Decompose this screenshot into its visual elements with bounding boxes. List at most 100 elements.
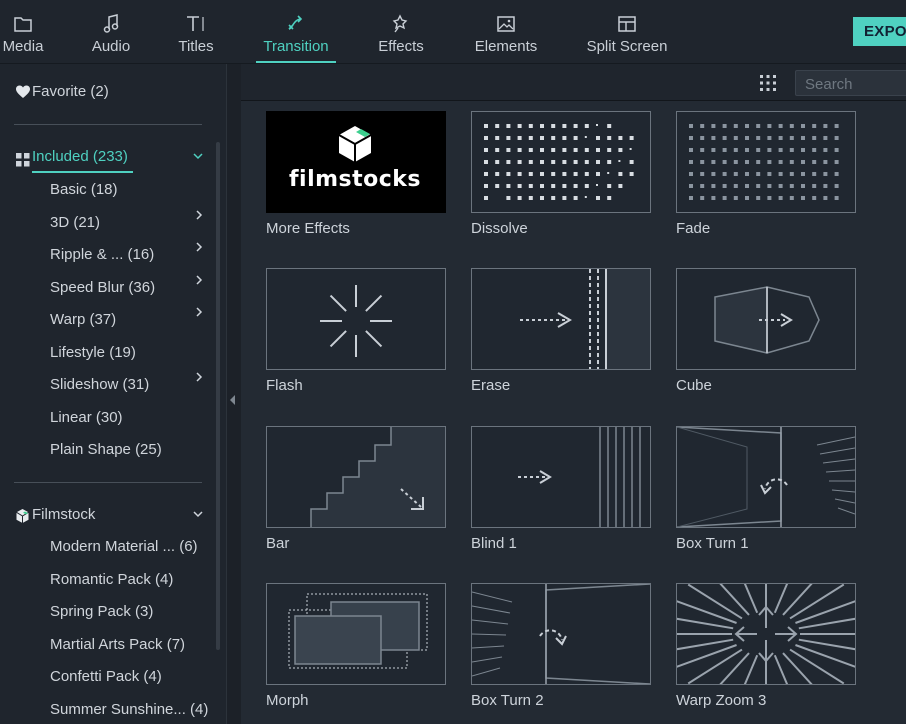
sidebar-item-label: Lifestyle (19): [50, 343, 136, 361]
transition-card-label: Dissolve: [471, 220, 528, 237]
sidebar-item-included[interactable]: Included (233): [0, 144, 226, 170]
transition-card-label: Fade: [676, 220, 711, 237]
bar-stairs-icon: [266, 426, 446, 528]
sidebar-subitem[interactable]: Basic (18): [0, 177, 226, 203]
sidebar-item-label: Plain Shape (25): [50, 441, 162, 458]
sidebar-subitem[interactable]: Spring Pack (3): [0, 599, 226, 625]
transition-card-label: Box Turn 2: [471, 692, 544, 709]
grid-icon: [16, 150, 30, 176]
grid-view-icon[interactable]: [759, 74, 777, 92]
sidebar-item-label: Ripple & ... (16): [50, 246, 155, 263]
chevron-right-icon[interactable]: [193, 367, 205, 402]
fade-icon: [676, 111, 856, 213]
cube-icon: [676, 268, 856, 370]
tab-titles[interactable]: Titles: [172, 0, 220, 63]
sidebar-item-label: Romantic Pack (4): [50, 570, 174, 588]
chevron-right-icon[interactable]: [193, 205, 205, 240]
sidebar-item-label: 3D (21): [50, 213, 101, 231]
tab-transition[interactable]: Transition: [256, 0, 336, 63]
chevron-right-icon[interactable]: [193, 302, 205, 337]
sidebar-subitem[interactable]: Modern Material ... (6): [0, 534, 226, 560]
text-icon: [185, 13, 207, 35]
divider: [14, 124, 202, 125]
morph-icon: [266, 583, 446, 685]
export-button[interactable]: EXPO: [853, 17, 906, 46]
folder-icon: [13, 13, 33, 35]
divider: [14, 482, 202, 483]
sidebar-item-label: Speed Blur (36): [50, 278, 156, 296]
sidebar-subitem[interactable]: Confetti Pack (4): [0, 664, 226, 690]
tab-label: Effects: [378, 38, 424, 55]
chevron-right-icon[interactable]: [193, 270, 205, 305]
transition-card-label: Bar: [266, 535, 290, 552]
sidebar-subitem[interactable]: Ripple & ... (16): [0, 242, 226, 268]
tab-label: Split Screen: [586, 38, 668, 55]
tab-elements[interactable]: Elements: [470, 0, 542, 63]
sidebar-collapse-handle[interactable]: [226, 64, 241, 724]
sidebar-subitem[interactable]: Warp (37): [0, 307, 226, 333]
tab-effects[interactable]: Effects: [373, 0, 429, 63]
category-sidebar: Favorite (2) Included (233) Basic (18) 3D…: [0, 64, 226, 724]
sidebar-item-filmstock[interactable]: Filmstock: [0, 502, 226, 528]
chevron-down-icon[interactable]: [192, 144, 204, 179]
active-underline: [32, 171, 133, 173]
sidebar-item-label: Confetti Pack (4): [50, 668, 162, 685]
tab-audio[interactable]: Audio: [86, 0, 136, 63]
filmstock-cube-icon: [15, 507, 30, 533]
blind-icon: [471, 426, 651, 528]
sidebar-subitem[interactable]: Lifestyle (19): [0, 340, 226, 366]
sidebar-item-label: Basic (18): [50, 181, 118, 198]
transition-card-label: Cube: [676, 377, 712, 394]
sidebar-subitem[interactable]: Plain Shape (25): [0, 437, 226, 463]
search-input[interactable]: [796, 71, 906, 97]
heart-icon: [15, 79, 31, 114]
transition-card-label: Flash: [266, 377, 303, 394]
transition-card-label: Box Turn 1: [676, 535, 749, 552]
image-icon: [496, 13, 516, 35]
sidebar-item-label: Favorite (2): [32, 83, 109, 100]
transition-card-label: Morph: [266, 692, 309, 709]
box-turn-2-icon: [471, 583, 651, 685]
tab-label: Audio: [91, 38, 131, 55]
sidebar-item-favorite[interactable]: Favorite (2): [0, 79, 226, 105]
sidebar-item-label: Filmstock: [32, 506, 96, 523]
sidebar-subitem[interactable]: Martial Arts Pack (7): [0, 632, 226, 658]
search-box: [795, 70, 906, 97]
tab-label: Titles: [178, 38, 214, 55]
collapse-arrow-icon: [230, 395, 235, 405]
sidebar-subitem[interactable]: Summer Sunshine... (4): [0, 697, 226, 723]
tab-media[interactable]: Media: [0, 0, 46, 63]
sidebar-item-label: Summer Sunshine... (4): [50, 700, 209, 718]
sidebar-subitem[interactable]: Slideshow (31): [0, 372, 226, 398]
sidebar-item-label: Spring Pack (3): [50, 603, 154, 620]
sidebar-item-label: Martial Arts Pack (7): [50, 635, 186, 653]
sidebar-item-label: Included (233): [32, 148, 128, 165]
sidebar-scrollbar[interactable]: [216, 142, 220, 650]
effects-icon: [391, 13, 411, 35]
tab-label: Media: [2, 38, 44, 55]
transition-icon: [286, 13, 306, 35]
chevron-right-icon[interactable]: [193, 237, 205, 272]
box-turn-1-icon: [676, 426, 856, 528]
sidebar-item-label: Modern Material ... (6): [50, 538, 198, 555]
warp-zoom-icon: [676, 583, 856, 685]
tab-label: Elements: [474, 38, 538, 55]
sidebar-subitem[interactable]: Speed Blur (36): [0, 274, 226, 301]
split-screen-icon: [617, 13, 637, 35]
sidebar-item-label: Linear (30): [50, 408, 123, 426]
dissolve-icon: [471, 111, 651, 213]
transition-card-label: Warp Zoom 3: [676, 692, 767, 709]
sidebar-item-label: Warp (37): [50, 311, 117, 328]
filmstocks-logo: filmstocks: [288, 167, 422, 192]
tab-split-screen[interactable]: Split Screen: [583, 0, 671, 63]
sidebar-subitem[interactable]: Linear (30): [0, 405, 226, 431]
chevron-down-icon[interactable]: [192, 502, 204, 537]
sidebar-item-label: Slideshow (31): [50, 376, 150, 393]
top-toolbar: Media Audio Titles Transition Effects El…: [0, 0, 906, 63]
transition-card-label: More Effects: [266, 220, 350, 237]
sidebar-subitem[interactable]: 3D (21): [0, 209, 226, 236]
transition-card-label: Blind 1: [471, 535, 517, 552]
tab-label: Transition: [263, 38, 329, 55]
sidebar-subitem[interactable]: Romantic Pack (4): [0, 567, 226, 593]
flash-icon: [266, 268, 446, 370]
